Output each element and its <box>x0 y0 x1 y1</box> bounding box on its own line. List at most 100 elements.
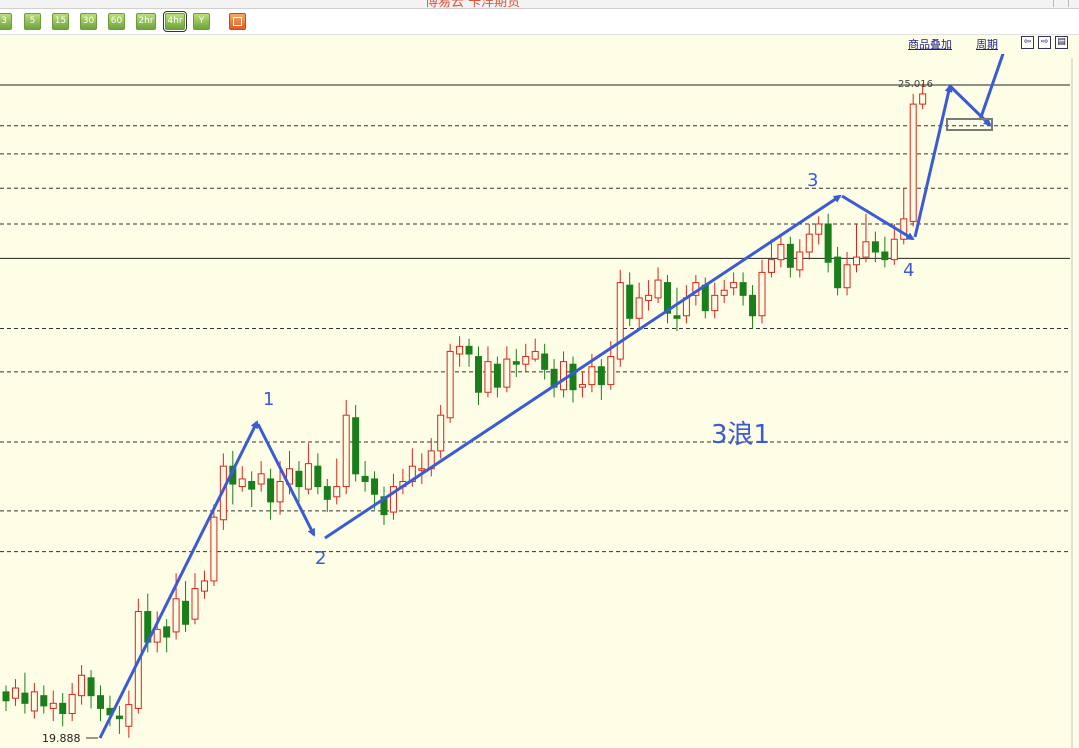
candle <box>314 453 322 495</box>
period-button-3[interactable]: 3 <box>0 13 12 30</box>
candle-body <box>304 463 312 490</box>
wave-1-arrow <box>98 420 259 739</box>
candle <box>59 693 67 727</box>
candle-body <box>267 478 275 503</box>
candle-body <box>11 687 19 699</box>
wave-label-1: 1 <box>263 389 274 410</box>
candle-body <box>503 358 511 388</box>
wave-3-arrow <box>324 194 842 540</box>
low-price-label: 19.888 <box>42 732 81 745</box>
candle-body <box>569 363 577 391</box>
candle-body <box>182 600 190 625</box>
candle <box>475 346 482 405</box>
candle-body <box>862 241 870 258</box>
candle-body <box>673 315 681 319</box>
candle <box>493 356 501 398</box>
wave-annotations: 1 2 3 4 5 3浪1 <box>98 54 1005 739</box>
candle <box>645 280 653 311</box>
candle <box>323 478 331 513</box>
candle <box>578 371 586 398</box>
candle-body <box>238 478 246 488</box>
candle-body <box>824 223 832 263</box>
candle <box>531 338 539 362</box>
candle-body <box>446 350 454 419</box>
candle <box>749 285 757 329</box>
candle-body <box>730 282 738 289</box>
candle <box>248 471 256 507</box>
candle-body <box>909 103 917 222</box>
candle-body <box>200 580 208 592</box>
candle <box>163 619 171 653</box>
candle <box>40 685 48 714</box>
candle-body <box>21 692 29 704</box>
candle <box>389 473 397 520</box>
candle-body <box>560 361 568 391</box>
layout-icon[interactable]: ▤ <box>1055 36 1068 49</box>
period-button-60[interactable]: 60 <box>108 13 125 30</box>
scroll-left-icon[interactable]: ⇦ <box>1021 36 1034 49</box>
candle-body <box>711 294 719 312</box>
wave-4-arrow <box>841 194 915 241</box>
candle-body <box>40 695 48 707</box>
candle-body <box>626 284 634 319</box>
candle <box>361 461 369 492</box>
scroll-right-icon[interactable]: ⇨ <box>1038 36 1051 49</box>
wave-label-4: 4 <box>903 260 914 281</box>
candle-body <box>484 361 492 393</box>
candle <box>616 269 624 367</box>
candle-body <box>607 356 615 386</box>
candle-body <box>919 93 927 105</box>
candle-body <box>645 294 653 301</box>
candle <box>238 466 246 492</box>
high-price-label: 25.016 <box>898 79 933 90</box>
candle-body <box>758 271 766 317</box>
candle-body <box>276 480 284 503</box>
candle <box>758 259 766 324</box>
support-resistance-lines <box>0 84 1070 553</box>
candle-body <box>295 470 303 488</box>
candle-body <box>125 704 133 727</box>
calendar-icon[interactable] <box>229 13 246 30</box>
candle-body <box>853 256 860 266</box>
period-link[interactable]: 周期 <box>976 36 998 52</box>
candle-body <box>191 588 199 620</box>
price-chart[interactable]: 1 2 3 4 5 3浪1 25.016 19.888 <box>0 54 1079 748</box>
candle-body <box>777 243 785 261</box>
candle-body <box>418 468 426 471</box>
wave-5-arrow <box>913 84 953 238</box>
period-button-2hr[interactable]: 2hr <box>136 13 156 30</box>
candle-body <box>78 674 86 697</box>
candle <box>805 223 813 260</box>
candle <box>711 282 719 319</box>
candle <box>380 486 388 525</box>
period-button-15[interactable]: 15 <box>52 13 69 30</box>
candle-body <box>597 366 605 386</box>
candle-body <box>437 414 445 452</box>
candle-body <box>881 251 889 261</box>
candle <box>399 468 407 495</box>
candle <box>786 236 794 278</box>
candle-body <box>371 478 379 495</box>
candle-body <box>248 480 256 490</box>
candle <box>267 468 275 520</box>
period-button-5[interactable]: 5 <box>24 13 41 30</box>
candle-body <box>843 264 851 289</box>
candle <box>200 570 208 599</box>
candle-body <box>720 289 728 296</box>
candle <box>465 338 473 367</box>
window-control-icon[interactable] <box>1053 0 1069 7</box>
candle <box>635 282 643 329</box>
period-button-30[interactable]: 30 <box>80 13 97 30</box>
candle-body <box>739 282 747 296</box>
candle <box>427 438 435 477</box>
projection-up-arrow <box>978 54 1005 121</box>
period-button-y[interactable]: Y <box>193 13 210 30</box>
overlay-link[interactable]: 商品叠加 <box>908 36 952 52</box>
candle <box>824 213 832 273</box>
candle <box>333 458 341 505</box>
candle <box>87 670 95 709</box>
period-button-4hr[interactable]: 4hr <box>163 11 187 32</box>
candle-body <box>522 356 530 365</box>
candle <box>815 216 823 245</box>
candle-body <box>172 598 180 633</box>
